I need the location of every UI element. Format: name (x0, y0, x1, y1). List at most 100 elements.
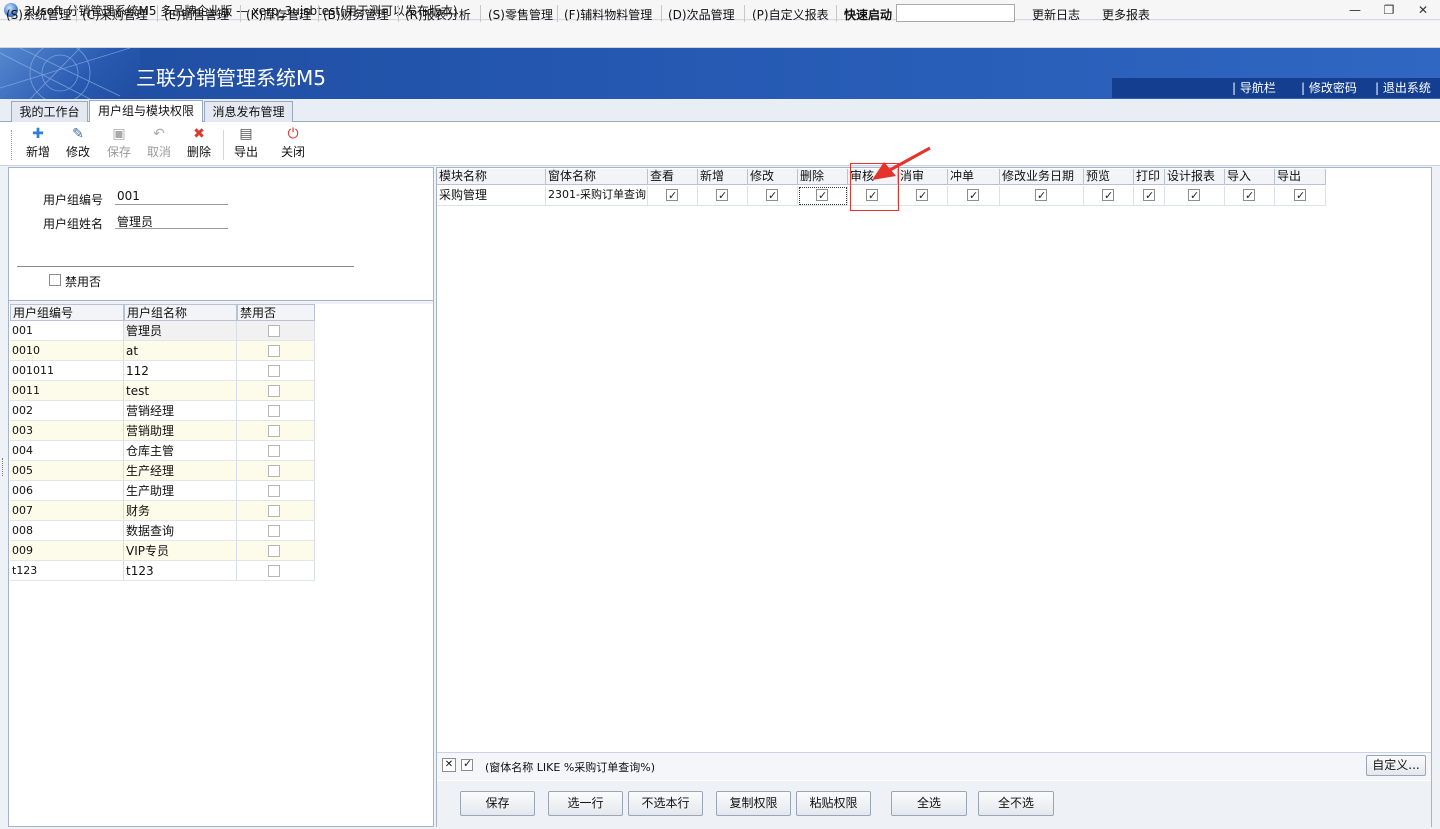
permission-cell[interactable] (748, 186, 798, 206)
quick-start-input[interactable] (896, 4, 1015, 22)
group-disabled-checkbox[interactable] (268, 505, 280, 517)
table-row-cell[interactable] (237, 561, 315, 581)
table-row-cell[interactable] (237, 401, 315, 421)
table-row-cell[interactable]: 001011 (10, 361, 124, 381)
group-grid-header[interactable]: 禁用否 (237, 304, 315, 321)
disabled-checkbox[interactable] (49, 274, 61, 286)
tab-workbench[interactable]: 我的工作台 (11, 101, 88, 123)
table-row-cell[interactable]: 112 (124, 361, 237, 381)
permission-header[interactable]: 打印 (1134, 169, 1165, 185)
permission-checkbox[interactable] (716, 187, 728, 205)
group-disabled-checkbox[interactable] (268, 365, 280, 377)
table-row-cell[interactable]: 营销助理 (124, 421, 237, 441)
table-row-cell[interactable]: 009 (10, 541, 124, 561)
table-row-cell[interactable]: 数据查询 (124, 521, 237, 541)
minimize-button[interactable]: — (1340, 0, 1370, 20)
group-disabled-checkbox[interactable] (268, 485, 280, 497)
menu-item-2[interactable]: (E)销售管理 (164, 6, 229, 23)
menu-item-3[interactable]: (K)库存管理 (246, 6, 311, 23)
group-disabled-checkbox[interactable] (268, 345, 280, 357)
deselect-row-button[interactable]: 不选本行 (628, 791, 703, 816)
permission-checkbox[interactable] (1243, 187, 1255, 205)
permission-checkbox[interactable] (766, 187, 778, 205)
permission-checkbox[interactable] (1294, 187, 1306, 205)
select-all-button[interactable]: 全选 (891, 791, 967, 816)
close-window-button[interactable]: ✕ (1408, 0, 1438, 20)
group-disabled-checkbox[interactable] (268, 545, 280, 557)
more-reports-link[interactable]: 更多报表 (1102, 6, 1150, 23)
permission-checkbox[interactable] (1102, 187, 1114, 205)
table-row-cell[interactable]: 004 (10, 441, 124, 461)
permission-cell[interactable] (1275, 186, 1326, 206)
table-row-cell[interactable] (237, 501, 315, 521)
permission-cell[interactable] (798, 186, 848, 206)
permission-cell[interactable] (1165, 186, 1225, 206)
table-row-cell[interactable]: 007 (10, 501, 124, 521)
permission-cell[interactable] (898, 186, 948, 206)
permission-checkbox[interactable] (916, 187, 928, 205)
table-row-cell[interactable]: 仓库主管 (124, 441, 237, 461)
change-password-link[interactable]: | 修改密码 (1301, 79, 1357, 96)
table-row-cell[interactable] (237, 361, 315, 381)
table-row-cell[interactable]: 0011 (10, 381, 124, 401)
permission-cell[interactable] (1225, 186, 1275, 206)
permission-cell[interactable] (1084, 186, 1134, 206)
deselect-all-button[interactable]: 全不选 (978, 791, 1054, 816)
table-row-cell[interactable]: t123 (124, 561, 237, 581)
save-button[interactable]: 保存 (460, 791, 535, 816)
permission-cell[interactable]: 2301-采购订单查询 (546, 186, 648, 206)
table-row-cell[interactable]: 管理员 (124, 321, 237, 341)
permission-header[interactable]: 设计报表 (1165, 169, 1225, 185)
update-log-link[interactable]: 更新日志 (1032, 6, 1080, 23)
permission-checkbox[interactable] (967, 187, 979, 205)
save-toolbar-button[interactable]: ▣ 保存 (101, 127, 137, 163)
permission-cell[interactable]: 采购管理 (437, 186, 546, 206)
menu-item-1[interactable]: (C)采购管理 (82, 6, 148, 23)
menu-item-5[interactable]: (R)报表分析 (405, 6, 471, 23)
permission-cell[interactable] (1134, 186, 1165, 206)
permission-checkbox[interactable] (1143, 187, 1155, 205)
permission-header[interactable]: 查看 (648, 169, 698, 185)
permission-header[interactable]: 预览 (1084, 169, 1134, 185)
permission-header[interactable]: 模块名称 (437, 169, 546, 185)
table-row-cell[interactable] (237, 321, 315, 341)
permission-checkbox[interactable] (666, 187, 678, 205)
permission-checkbox[interactable] (816, 187, 828, 205)
select-row-button[interactable]: 选一行 (548, 791, 623, 816)
permission-cell[interactable] (698, 186, 748, 206)
tab-message-publish[interactable]: 消息发布管理 (204, 101, 293, 123)
table-row-cell[interactable] (237, 381, 315, 401)
copy-permissions-button[interactable]: 复制权限 (716, 791, 791, 816)
permission-header[interactable]: 导入 (1225, 169, 1275, 185)
permission-cell[interactable] (648, 186, 698, 206)
permission-header[interactable]: 导出 (1275, 169, 1326, 185)
permission-header[interactable]: 修改业务日期 (1000, 169, 1084, 185)
permission-header[interactable]: 修改 (748, 169, 798, 185)
table-row-cell[interactable] (237, 541, 315, 561)
table-row-cell[interactable] (237, 421, 315, 441)
table-row-cell[interactable]: 006 (10, 481, 124, 501)
group-disabled-checkbox[interactable] (268, 325, 280, 337)
nav-bar-link[interactable]: | 导航栏 (1232, 79, 1276, 96)
group-disabled-checkbox[interactable] (268, 445, 280, 457)
table-row-cell[interactable]: at (124, 341, 237, 361)
table-row-cell[interactable]: 营销经理 (124, 401, 237, 421)
table-row-cell[interactable]: 0010 (10, 341, 124, 361)
logout-link[interactable]: | 退出系统 (1375, 79, 1431, 96)
group-disabled-checkbox[interactable] (268, 385, 280, 397)
group-disabled-checkbox[interactable] (268, 525, 280, 537)
paste-permissions-button[interactable]: 粘贴权限 (796, 791, 871, 816)
menu-item-9[interactable]: (P)自定义报表 (752, 6, 829, 23)
table-row-cell[interactable]: 生产经理 (124, 461, 237, 481)
menu-item-7[interactable]: (F)辅料物料管理 (564, 6, 652, 23)
table-row-cell[interactable]: 005 (10, 461, 124, 481)
filter-enabled-checkbox[interactable] (461, 757, 473, 771)
permission-cell[interactable] (948, 186, 1000, 206)
permission-checkbox[interactable] (1035, 187, 1047, 205)
group-disabled-checkbox[interactable] (268, 425, 280, 437)
clear-filter-icon[interactable]: ✕ (442, 758, 456, 772)
group-grid-header[interactable]: 用户组编号 (10, 304, 124, 321)
group-grid-header[interactable]: 用户组名称 (124, 304, 237, 321)
permission-header[interactable]: 窗体名称 (546, 169, 648, 185)
export-button[interactable]: ▤ 导出 (228, 127, 264, 163)
